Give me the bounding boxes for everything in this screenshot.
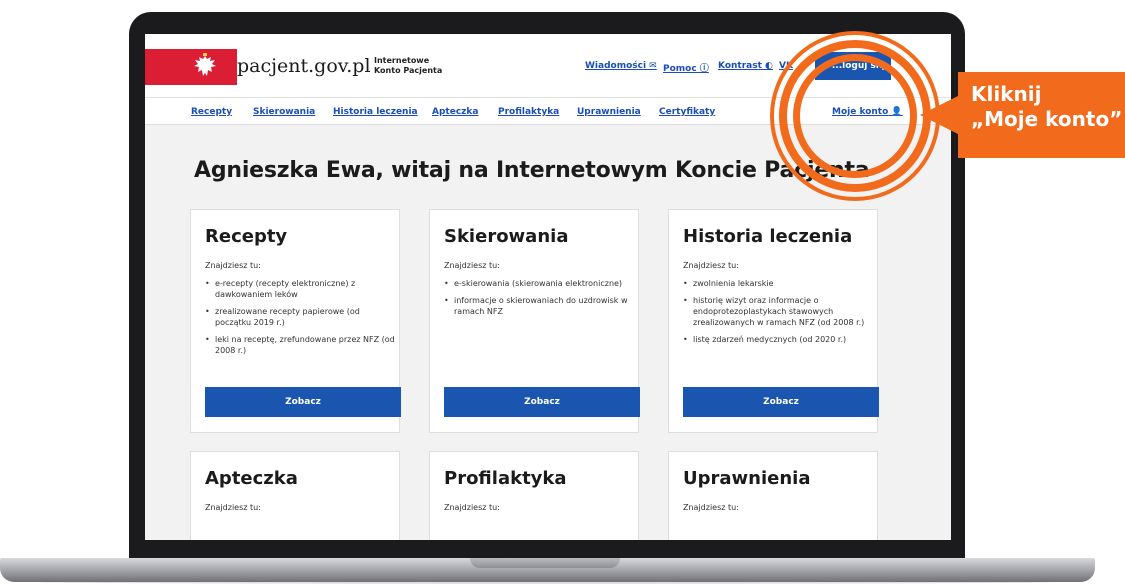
card-title: Recepty <box>205 226 288 247</box>
site-subtitle: Internetowe Konto Pacjenta <box>374 56 442 76</box>
messages-link[interactable]: Wiadomości ✉ <box>585 61 657 71</box>
list-item: e-skierowania (skierowania elektroniczne… <box>444 278 636 289</box>
card-title: Uprawnienia <box>683 468 811 489</box>
nav-item-recepty[interactable]: Recepty <box>191 107 232 117</box>
list-item: listę zdarzeń medycznych (od 2020 r.) <box>683 334 875 345</box>
page-title: Agnieszka Ewa, witaj na Internetowym Kon… <box>194 158 870 183</box>
subtitle-line2: Konto Pacjenta <box>374 66 443 75</box>
list-item: e-recepty (recepty elektroniczne) z dawk… <box>205 278 397 300</box>
card-title: Apteczka <box>205 468 298 489</box>
nav-item-apteczka[interactable]: Apteczka <box>432 107 478 117</box>
card-list: zwolnienia lekarskie historię wizyt oraz… <box>683 278 875 351</box>
flag-logo-block[interactable] <box>145 49 237 85</box>
card-list: e-recepty (recepty elektroniczne) z dawk… <box>205 278 397 362</box>
list-item: leki na receptę, zrefundowane przez NFZ … <box>205 334 397 356</box>
nav-item-certyfikaty[interactable]: Certyfikaty <box>659 107 715 117</box>
see-historia-button[interactable]: Zobacz <box>683 387 879 417</box>
card-list: e-skierowania (skierowania elektroniczne… <box>444 278 636 323</box>
list-item: zwolnienia lekarskie <box>683 278 875 289</box>
instruction-callout: Kliknij „Moje konto” <box>958 72 1125 158</box>
list-item: zrealizowane recepty papierowe (od począ… <box>205 306 397 328</box>
card-skierowania: Skierowania Znajdziesz tu: e-skierowania… <box>429 209 640 433</box>
see-skierowania-button[interactable]: Zobacz <box>444 387 640 417</box>
card-intro: Znajdziesz tu: <box>205 503 261 512</box>
nav-item-skierowania[interactable]: Skierowania <box>253 107 315 117</box>
contrast-link[interactable]: Kontrast ◐ <box>718 61 773 71</box>
laptop-notch <box>470 558 620 568</box>
card-historia-leczenia: Historia leczenia Znajdziesz tu: zwolnie… <box>668 209 879 433</box>
card-apteczka: Apteczka Znajdziesz tu: <box>190 451 400 540</box>
card-intro: Znajdziesz tu: <box>683 503 739 512</box>
nav-item-uprawnienia[interactable]: Uprawnienia <box>577 107 641 117</box>
help-link[interactable]: Pomoc ⓘ <box>663 61 709 74</box>
callout-line1: Kliknij <box>971 82 1042 106</box>
card-intro: Znajdziesz tu: <box>683 261 739 270</box>
card-title: Historia leczenia <box>683 226 853 247</box>
card-intro: Znajdziesz tu: <box>444 261 500 270</box>
card-profilaktyka: Profilaktyka Znajdziesz tu: <box>429 451 639 540</box>
site-logo[interactable]: pacjent.gov.pl <box>237 55 371 77</box>
callout-line2: „Moje konto” <box>971 107 1123 131</box>
highlight-ring-inner <box>793 54 917 178</box>
card-uprawnienia: Uprawnienia Znajdziesz tu: <box>668 451 878 540</box>
nav-item-historia-leczenia[interactable]: Historia leczenia <box>333 107 418 117</box>
card-recepty: Recepty Znajdziesz tu: e-recepty (recept… <box>190 209 401 433</box>
callout-pointer <box>920 95 960 135</box>
card-title: Skierowania <box>444 226 569 247</box>
card-intro: Znajdziesz tu: <box>205 261 261 270</box>
see-recepty-button[interactable]: Zobacz <box>205 387 401 417</box>
nav-item-profilaktyka[interactable]: Profilaktyka <box>498 107 559 117</box>
list-item: historię wizyt oraz informacje o endopro… <box>683 295 875 328</box>
subtitle-line1: Internetowe <box>374 56 430 65</box>
card-intro: Znajdziesz tu: <box>444 503 500 512</box>
card-title: Profilaktyka <box>444 468 567 489</box>
eagle-emblem-icon <box>194 53 216 76</box>
list-item: informacje o skierowaniach do uzdrowisk … <box>444 295 636 317</box>
